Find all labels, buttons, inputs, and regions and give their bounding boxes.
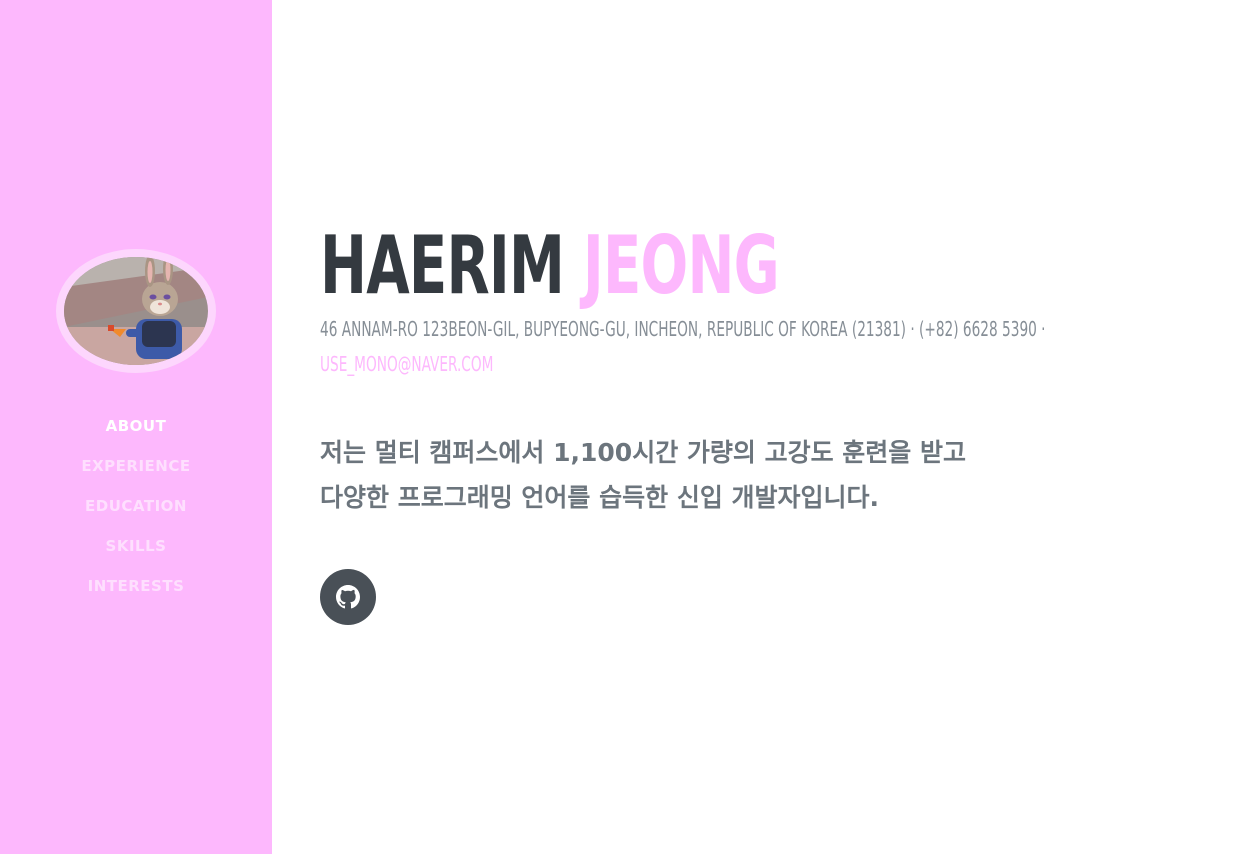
intro-line: 저는 멀티 캠퍼스에서 1,100시간 가량의 고강도 훈련을 받고 bbox=[320, 438, 967, 467]
intro-line: 다양한 프로그래밍 언어를 습득한 신입 개발자입니다. bbox=[320, 483, 880, 512]
first-name: HAERIM bbox=[320, 219, 565, 312]
github-button[interactable] bbox=[320, 569, 376, 625]
nav-item-interests[interactable]: INTERESTS bbox=[0, 568, 272, 608]
intro-text: 저는 멀티 캠퍼스에서 1,100시간 가량의 고강도 훈련을 받고 다양한 프… bbox=[320, 430, 966, 520]
sidebar-nav: ABOUT EXPERIENCE EDUCATION SKILLS INTERE… bbox=[0, 408, 272, 608]
nav-item-experience[interactable]: EXPERIENCE bbox=[0, 448, 272, 488]
last-name: JEONG bbox=[582, 219, 780, 312]
sidebar: ABOUT EXPERIENCE EDUCATION SKILLS INTERE… bbox=[0, 0, 272, 854]
nav-item-skills[interactable]: SKILLS bbox=[0, 528, 272, 568]
nav-item-education[interactable]: EDUCATION bbox=[0, 488, 272, 528]
page-title: HAERIM JEONG bbox=[320, 218, 780, 314]
email-link[interactable]: USE_MONO@NAVER.COM bbox=[320, 347, 493, 382]
nav-item-about[interactable]: ABOUT bbox=[0, 408, 272, 448]
avatar bbox=[56, 249, 216, 373]
github-icon bbox=[336, 585, 360, 609]
profile-photo bbox=[64, 257, 208, 365]
contact-address: 46 ANNAM-RO 123BEON-GIL, BUPYEONG-GU, IN… bbox=[320, 317, 1046, 341]
